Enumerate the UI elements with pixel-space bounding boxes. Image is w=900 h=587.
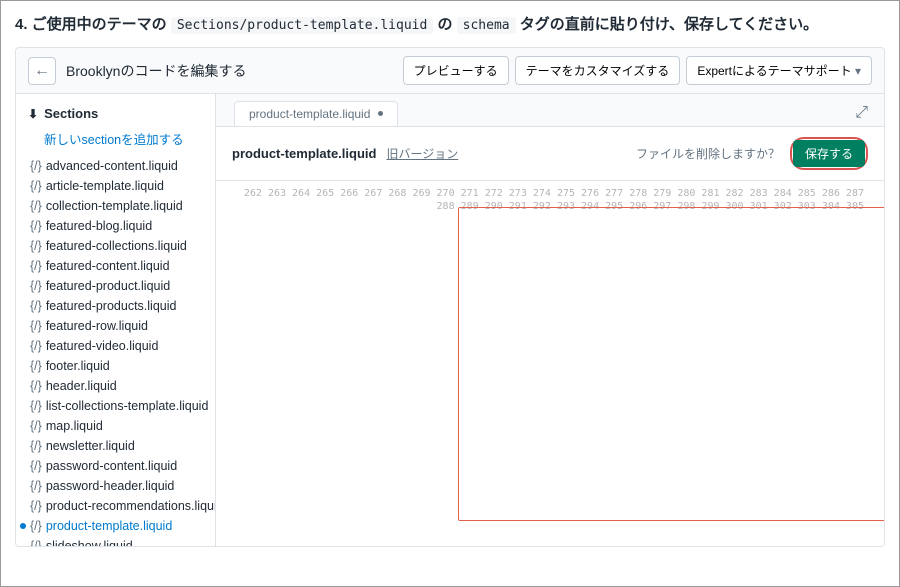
sidebar-item[interactable]: {/} newsletter.liquid: [16, 436, 215, 456]
sidebar-item[interactable]: {/} product-recommendations.liquid: [16, 496, 215, 516]
filename-label: product-template.liquid: [232, 146, 376, 161]
file-sidebar[interactable]: ⬇ Sections 新しいsectionを追加する {/} advanced-…: [16, 94, 216, 546]
save-highlight: 保存する: [790, 137, 868, 170]
editor-tab[interactable]: product-template.liquid: [234, 101, 398, 126]
expert-support-button[interactable]: Expertによるテーマサポート: [686, 56, 872, 85]
save-button[interactable]: 保存する: [793, 140, 865, 167]
sidebar-item[interactable]: {/} featured-row.liquid: [16, 316, 215, 336]
sidebar-item[interactable]: {/} featured-product.liquid: [16, 276, 215, 296]
sidebar-item[interactable]: {/} password-header.liquid: [16, 476, 215, 496]
editor-tabbar: product-template.liquid ⤢: [216, 94, 884, 126]
sidebar-item[interactable]: {/} featured-products.liquid: [16, 296, 215, 316]
code-area[interactable]: 262 263 264 265 266 267 268 269 270 271 …: [216, 181, 884, 546]
code-content[interactable]: {% endunless %} {% comment %} Clothes Me…: [868, 181, 884, 546]
sidebar-item[interactable]: {/} collection-template.liquid: [16, 196, 215, 216]
sidebar-item[interactable]: {/} featured-collections.liquid: [16, 236, 215, 256]
sidebar-item[interactable]: {/} header.liquid: [16, 376, 215, 396]
sidebar-item[interactable]: {/} slideshow.liquid: [16, 536, 215, 546]
customize-button[interactable]: テーマをカスタマイズする: [515, 56, 681, 85]
file-header: product-template.liquid 旧バージョン ファイルを削除しま…: [216, 126, 884, 181]
download-icon: ⬇: [28, 107, 38, 121]
sidebar-item[interactable]: {/} product-template.liquid: [16, 516, 215, 536]
sidebar-item[interactable]: {/} featured-video.liquid: [16, 336, 215, 356]
theme-editor-app: ← Brooklynのコードを編集する プレビューする テーマをカスタマイズする…: [15, 47, 885, 547]
add-section-link[interactable]: 新しいsectionを追加する: [16, 125, 215, 156]
delete-file-link[interactable]: ファイルを削除しますか？: [636, 145, 780, 162]
code-editor-panel: product-template.liquid ⤢ product-templa…: [216, 94, 884, 546]
preview-button[interactable]: プレビューする: [403, 56, 509, 85]
instruction-text: 4. ご使用中のテーマの Sections/product-template.l…: [15, 13, 885, 37]
back-button[interactable]: ←: [28, 57, 56, 85]
sidebar-item[interactable]: {/} map.liquid: [16, 416, 215, 436]
expand-icon[interactable]: ⤢: [851, 100, 872, 126]
dirty-dot-icon: [378, 111, 383, 116]
sidebar-item[interactable]: {/} password-content.liquid: [16, 456, 215, 476]
sidebar-item[interactable]: {/} featured-blog.liquid: [16, 216, 215, 236]
old-version-link[interactable]: 旧バージョン: [386, 145, 458, 162]
toolbar-title: Brooklynのコードを編集する: [66, 61, 393, 81]
sidebar-section-header[interactable]: ⬇ Sections: [16, 102, 215, 125]
sidebar-item[interactable]: {/} footer.liquid: [16, 356, 215, 376]
sidebar-item[interactable]: {/} list-collections-template.liquid: [16, 396, 215, 416]
line-gutter: 262 263 264 265 266 267 268 269 270 271 …: [216, 181, 868, 546]
top-toolbar: ← Brooklynのコードを編集する プレビューする テーマをカスタマイズする…: [16, 48, 884, 94]
sidebar-item[interactable]: {/} advanced-content.liquid: [16, 156, 215, 176]
sidebar-item[interactable]: {/} article-template.liquid: [16, 176, 215, 196]
sidebar-item[interactable]: {/} featured-content.liquid: [16, 256, 215, 276]
